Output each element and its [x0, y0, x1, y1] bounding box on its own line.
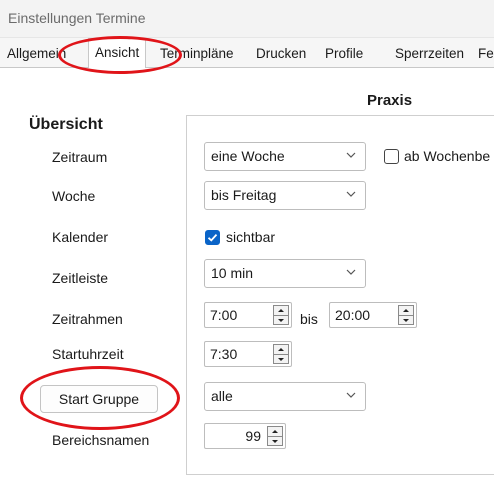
arrow-up-icon: [403, 309, 409, 312]
zeitrahmen-from-value: 7:00: [210, 307, 238, 323]
zeitraum-label: Zeitraum: [52, 149, 108, 165]
bereichsnamen-spinbox[interactable]: 99: [204, 423, 286, 449]
chevron-down-icon: [346, 392, 356, 398]
arrow-down-icon: [403, 319, 409, 322]
kalender-label: Kalender: [52, 229, 109, 245]
kalender-sichtbar-checkbox[interactable]: [205, 230, 220, 245]
startuhrzeit-spinbox[interactable]: 7:30: [204, 341, 292, 367]
arrow-up-icon: [272, 430, 278, 433]
arrow-down-icon: [278, 358, 284, 361]
tab-sperrzeiten[interactable]: Sperrzeiten: [395, 42, 464, 68]
chevron-down-icon: [346, 269, 356, 275]
zeitleiste-value: 10 min: [211, 265, 254, 281]
chevron-down-icon: [346, 191, 356, 197]
woche-value: bis Freitag: [211, 187, 277, 203]
spin-buttons[interactable]: [267, 426, 283, 446]
ab-wochenbeginn-label: ab Wochenbe: [404, 148, 491, 164]
tab-fe[interactable]: Fe: [478, 42, 494, 68]
woche-select[interactable]: bis Freitag: [204, 181, 366, 210]
window-title: Einstellungen Termine: [8, 10, 146, 26]
spin-buttons[interactable]: [273, 305, 289, 325]
start-gruppe-select[interactable]: alle: [204, 382, 366, 411]
startuhrzeit-value: 7:30: [210, 346, 238, 362]
arrow-up-icon: [278, 309, 284, 312]
annotation-ellipse-start-gruppe: [20, 366, 180, 430]
chevron-down-icon: [346, 152, 356, 158]
bereichsnamen-value: 99: [245, 428, 261, 444]
checkmark-icon: [207, 233, 218, 242]
zeitrahmen-from-spinbox[interactable]: 7:00: [204, 302, 292, 328]
arrow-up-icon: [278, 348, 284, 351]
zeitraum-select[interactable]: eine Woche: [204, 142, 366, 171]
zeitrahmen-label: Zeitrahmen: [52, 311, 123, 327]
section-title: Übersicht: [29, 116, 103, 133]
zeitrahmen-to-spinbox[interactable]: 20:00: [329, 302, 417, 328]
arrow-down-icon: [272, 440, 278, 443]
zeitraum-value: eine Woche: [211, 148, 285, 164]
spin-buttons[interactable]: [273, 344, 289, 364]
kalender-sichtbar-label: sichtbar: [226, 229, 276, 245]
tab-profile[interactable]: Profile: [325, 42, 363, 68]
title-bar: Einstellungen Termine: [0, 0, 494, 38]
zeitleiste-label: Zeitleiste: [52, 270, 109, 286]
start-gruppe-value: alle: [211, 388, 233, 404]
zeitleiste-select[interactable]: 10 min: [204, 259, 366, 288]
zeitrahmen-to-value: 20:00: [335, 307, 371, 323]
ab-wochenbeginn-checkbox[interactable]: [384, 149, 399, 164]
spin-buttons[interactable]: [398, 305, 414, 325]
tab-drucken[interactable]: Drucken: [256, 42, 306, 68]
startuhrzeit-label: Startuhrzeit: [52, 346, 124, 362]
column-header-praxis: Praxis: [367, 92, 413, 109]
arrow-down-icon: [278, 319, 284, 322]
zeitrahmen-bis-label: bis: [300, 311, 318, 327]
annotation-ellipse-ansicht-tab: [58, 36, 182, 74]
bereichsnamen-label: Bereichsnamen: [52, 432, 150, 448]
woche-label: Woche: [52, 188, 96, 204]
